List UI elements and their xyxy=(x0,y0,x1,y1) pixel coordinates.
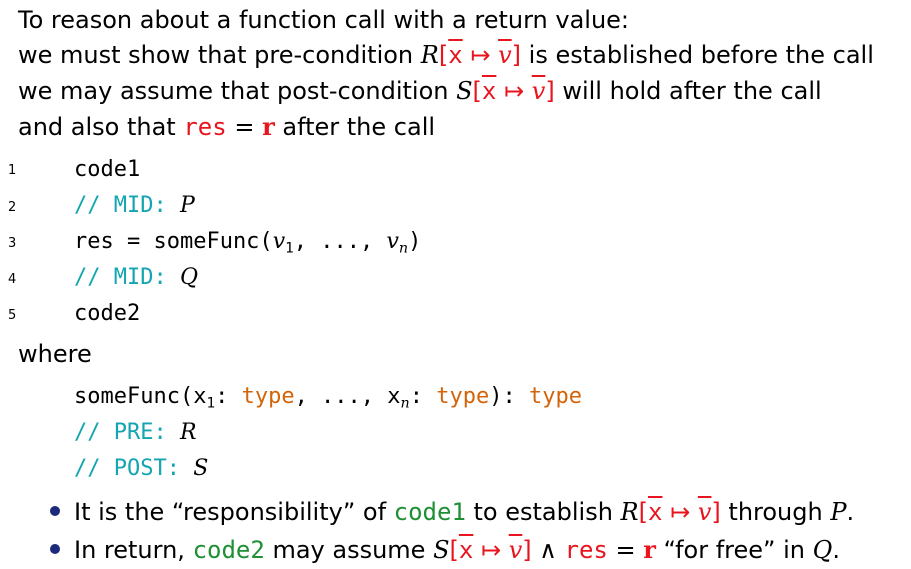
p-symbol: P xyxy=(830,498,847,526)
code-line-5: code2 xyxy=(74,301,141,326)
post-comment: // POST: xyxy=(74,456,194,481)
line-number: 4 xyxy=(8,272,17,287)
equals-sign: = xyxy=(607,536,644,564)
res-variable: res xyxy=(564,536,608,564)
bullet-1-post: through xyxy=(720,498,831,526)
mid-comment: // MID: xyxy=(74,265,180,290)
intro-line-3-suffix: will hold after the call xyxy=(554,77,822,105)
post-s-symbol: S xyxy=(193,456,209,481)
line-number: 5 xyxy=(8,308,17,323)
code1-ref: code1 xyxy=(393,498,466,526)
substitution: [x ↦ v] xyxy=(438,41,522,69)
bullet-2: In return, code2 may assume S[x ↦ v] ∧ r… xyxy=(50,535,840,565)
function-name: someFunc( xyxy=(74,384,194,409)
args-ellipsis: , ..., xyxy=(293,229,387,254)
intro-line-2-suffix: is established before the call xyxy=(521,41,874,69)
substitution: [x ↦ v] xyxy=(638,498,721,526)
code-line-2: // MID: P xyxy=(74,191,195,221)
code-line-3: res = someFunc(v1, ..., vn) xyxy=(74,229,422,257)
line-number: 1 xyxy=(8,163,17,178)
bullet-2-post: “for free” in xyxy=(655,536,813,564)
mid-comment: // MID: xyxy=(74,193,180,218)
intro-line-1: To reason about a function call with a r… xyxy=(18,6,630,34)
postcondition-symbol: S xyxy=(456,77,473,105)
type-keyword: type xyxy=(436,384,490,409)
bullet-2-mid: may assume xyxy=(264,536,434,564)
substitution: [x ↦ v] xyxy=(472,77,555,105)
arg-vn: v xyxy=(386,229,399,254)
bullet-1-mid: to establish xyxy=(465,498,621,526)
intro-line-2: we must show that pre-condition R[x ↦ v]… xyxy=(18,40,874,70)
intro-line-4-suffix: after the call xyxy=(274,113,436,141)
bullet-1: It is the “responsibility” of code1 to e… xyxy=(50,497,854,527)
postcondition-symbol: S xyxy=(433,536,450,564)
pre-r-symbol: R xyxy=(179,420,197,445)
r-value: r xyxy=(643,535,656,564)
bullet-2-text: In return, xyxy=(74,536,193,564)
code-line-4: // MID: Q xyxy=(74,263,198,293)
where-label: where xyxy=(18,340,92,368)
call-prefix: res = someFunc( xyxy=(74,229,273,254)
type-keyword: type xyxy=(241,384,295,409)
signature-line: someFunc(x1: type, ..., xn: type): type xyxy=(74,384,582,412)
pre-comment: // PRE: xyxy=(74,420,180,445)
call-close: ) xyxy=(408,229,422,254)
bullet-dot-icon xyxy=(50,506,60,516)
precondition-symbol: R xyxy=(620,498,639,526)
mid-q-symbol: Q xyxy=(179,265,199,290)
bullet-dot-icon xyxy=(50,544,60,554)
code2-ref: code2 xyxy=(192,536,265,564)
and-symbol: ∧ xyxy=(531,536,565,564)
line-number: 3 xyxy=(8,236,17,251)
res-variable: res xyxy=(183,113,227,141)
pre-comment-line: // PRE: R xyxy=(74,418,197,448)
arg-v1: v xyxy=(272,229,286,254)
intro-line-4: and also that res = r after the call xyxy=(18,112,435,142)
substitution: [x ↦ v] xyxy=(449,536,532,564)
mid-p-symbol: P xyxy=(179,193,195,218)
intro-line-3: we may assume that post-condition S[x ↦ … xyxy=(18,76,822,106)
equals-sign: = xyxy=(226,113,263,141)
post-comment-line: // POST: S xyxy=(74,454,208,484)
line-number: 2 xyxy=(8,200,17,215)
precondition-symbol: R xyxy=(420,41,439,69)
code-line-1: code1 xyxy=(74,157,141,182)
q-symbol: Q xyxy=(812,536,833,564)
bullet-1-text: It is the “responsibility” of xyxy=(74,498,394,526)
intro-line-4-text: and also that xyxy=(18,113,184,141)
r-value: r xyxy=(262,112,275,141)
return-type: type xyxy=(528,384,582,409)
intro-line-2-text: we must show that pre-condition xyxy=(18,41,421,69)
intro-line-3-text: we may assume that post-condition xyxy=(18,77,457,105)
